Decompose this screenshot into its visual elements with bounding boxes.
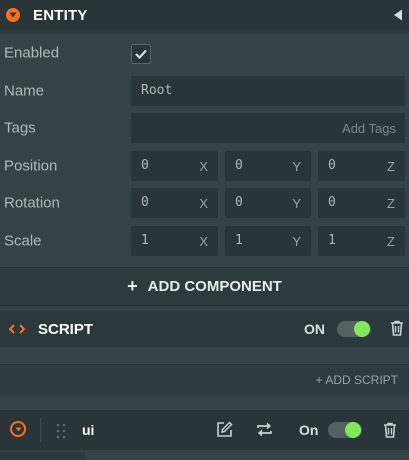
script-title: SCRIPT bbox=[38, 320, 94, 338]
add-script-button[interactable]: + ADD SCRIPT bbox=[316, 373, 398, 387]
bottom-tab-strip bbox=[0, 452, 85, 460]
rotation-row: Rotation 0 X 0 Y 0 Z bbox=[0, 184, 409, 222]
axis-y-label: Y bbox=[292, 196, 301, 211]
collapse-arrow-icon[interactable] bbox=[6, 8, 20, 22]
name-input[interactable]: Root bbox=[131, 76, 405, 106]
axis-x-label: X bbox=[199, 234, 208, 249]
entity-panel-header[interactable]: ENTITY bbox=[0, 0, 409, 30]
rotation-y-field[interactable]: 0 Y bbox=[225, 188, 311, 218]
scale-x-field[interactable]: 1 X bbox=[131, 226, 218, 256]
position-label: Position bbox=[4, 157, 58, 175]
tags-label: Tags bbox=[4, 119, 36, 137]
scale-row: Scale 1 X 1 Y 1 Z bbox=[0, 222, 409, 260]
drag-handle-icon[interactable] bbox=[56, 423, 66, 442]
edit-script-icon[interactable] bbox=[216, 421, 233, 441]
position-row: Position 0 X 0 Y 0 Z bbox=[0, 147, 409, 185]
add-component-button[interactable]: + ADD COMPONENT bbox=[0, 267, 409, 306]
rotation-label: Rotation bbox=[4, 194, 60, 212]
tags-row: Tags Add Tags bbox=[0, 109, 409, 147]
script-component-header[interactable]: SCRIPT ON bbox=[0, 311, 409, 347]
scale-label: Scale bbox=[4, 232, 42, 250]
script-name: ui bbox=[82, 422, 95, 438]
axis-z-label: Z bbox=[387, 159, 395, 174]
scale-z-value: 1 bbox=[328, 233, 336, 248]
toggle-knob bbox=[345, 422, 361, 438]
script-item-ui: ui On bbox=[0, 410, 409, 450]
reload-script-icon[interactable] bbox=[256, 421, 273, 441]
name-label: Name bbox=[4, 82, 45, 100]
script-code-icon bbox=[8, 321, 29, 337]
axis-z-label: Z bbox=[387, 196, 395, 211]
axis-x-label: X bbox=[199, 159, 208, 174]
scale-x-value: 1 bbox=[141, 233, 149, 248]
axis-y-label: Y bbox=[292, 159, 301, 174]
script-item-enabled-label: On bbox=[299, 422, 319, 438]
add-script-bar: + ADD SCRIPT bbox=[0, 364, 409, 396]
script-enabled-toggle[interactable] bbox=[337, 321, 371, 337]
rotation-x-field[interactable]: 0 X bbox=[131, 188, 218, 218]
position-z-field[interactable]: 0 Z bbox=[318, 151, 405, 181]
remove-script-icon[interactable] bbox=[383, 422, 397, 441]
add-component-label: ADD COMPONENT bbox=[147, 278, 282, 295]
axis-z-label: Z bbox=[387, 234, 395, 249]
enabled-label: Enabled bbox=[4, 44, 60, 62]
axis-x-label: X bbox=[199, 196, 208, 211]
scale-y-field[interactable]: 1 Y bbox=[225, 226, 311, 256]
rotation-z-value: 0 bbox=[328, 195, 336, 210]
rotation-y-value: 0 bbox=[235, 195, 243, 210]
panel-title: ENTITY bbox=[33, 6, 88, 24]
position-y-field[interactable]: 0 Y bbox=[225, 151, 311, 181]
position-x-value: 0 bbox=[141, 158, 149, 173]
divider bbox=[40, 418, 41, 442]
scale-y-value: 1 bbox=[235, 233, 243, 248]
enabled-row: Enabled bbox=[0, 34, 409, 72]
plus-icon: + bbox=[127, 276, 138, 296]
script-item-enabled-toggle[interactable] bbox=[328, 422, 362, 438]
expand-script-icon[interactable] bbox=[10, 421, 26, 437]
delete-component-icon[interactable] bbox=[390, 320, 404, 339]
rotation-x-value: 0 bbox=[141, 195, 149, 210]
tags-placeholder: Add Tags bbox=[342, 121, 396, 136]
scale-z-field[interactable]: 1 Z bbox=[318, 226, 405, 256]
collapse-panel-icon[interactable] bbox=[393, 8, 403, 24]
position-x-field[interactable]: 0 X bbox=[131, 151, 218, 181]
toggle-knob bbox=[354, 321, 370, 337]
position-y-value: 0 bbox=[235, 158, 243, 173]
axis-y-label: Y bbox=[292, 234, 301, 249]
script-enabled-label: ON bbox=[304, 321, 325, 337]
name-row: Name Root bbox=[0, 72, 409, 110]
position-z-value: 0 bbox=[328, 158, 336, 173]
tags-input[interactable]: Add Tags bbox=[131, 113, 405, 143]
name-value: Root bbox=[141, 83, 173, 98]
rotation-z-field[interactable]: 0 Z bbox=[318, 188, 405, 218]
checkmark-icon bbox=[135, 49, 147, 59]
enabled-checkbox[interactable] bbox=[131, 44, 151, 64]
